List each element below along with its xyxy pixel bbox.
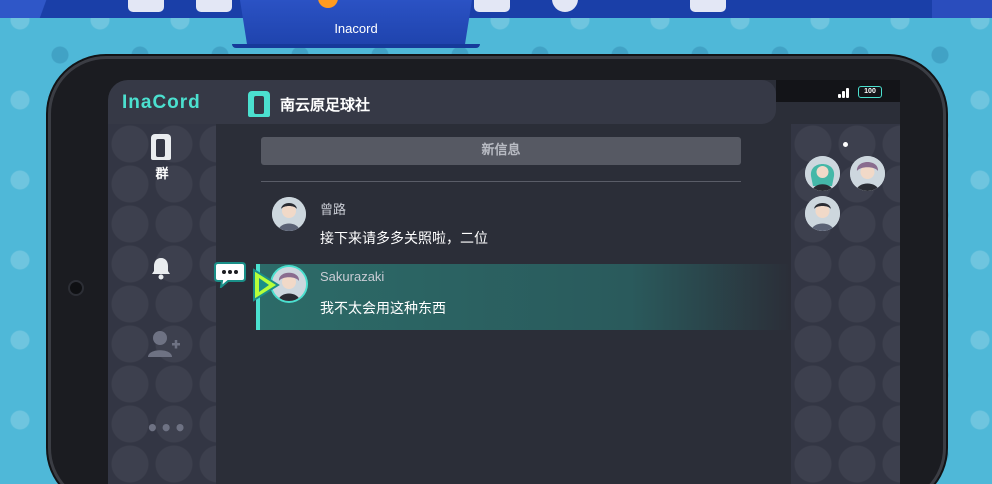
left-nav: 群 ••• (108, 124, 216, 484)
tab-label: Inacord (334, 21, 378, 36)
message-author: 曾路 (320, 202, 347, 217)
box-icon[interactable] (196, 0, 232, 12)
message-text: 接下来请多多关照啦，二位 (320, 231, 488, 247)
status-bar: 100 (776, 80, 900, 102)
member-panel (791, 124, 900, 484)
avatar (272, 197, 306, 231)
online-dot (843, 142, 848, 147)
card-icon[interactable] (690, 0, 726, 12)
member-avatar[interactable] (805, 156, 840, 191)
globe-icon[interactable] (552, 0, 578, 12)
chat-title: 南云原足球社 (280, 96, 371, 114)
signal-icon (838, 88, 850, 98)
tab-bar-edge-right (932, 0, 992, 18)
message-author: Sakurazaki (320, 269, 385, 284)
member-avatar[interactable] (850, 156, 885, 191)
top-tab-bar (0, 0, 992, 18)
battery-indicator: 100 (858, 86, 882, 98)
house-icon[interactable] (128, 0, 164, 12)
camera-icon (68, 280, 84, 296)
bell-icon[interactable] (149, 256, 173, 280)
more-icon[interactable]: ••• (146, 416, 187, 440)
add-friend-icon[interactable] (147, 330, 181, 358)
selection-cursor-icon (253, 268, 280, 302)
divider (261, 181, 741, 182)
chat-bubble-icon (214, 262, 246, 288)
inacord-icon (318, 0, 338, 8)
message-item-selected[interactable]: Sakurazaki 我不太会用这种东西 (256, 264, 791, 330)
message-text: 我不太会用这种东西 (320, 301, 446, 317)
tab-inacord[interactable]: Inacord (240, 0, 472, 44)
app-header: InaCord 南云原足球社 (108, 80, 776, 124)
active-tab-shadow (232, 44, 480, 48)
new-messages-bar[interactable]: 新信息 (261, 137, 741, 165)
member-avatar[interactable] (805, 196, 840, 231)
chat-door-icon (248, 91, 270, 117)
team-icon[interactable] (474, 0, 510, 12)
group-icon (151, 134, 171, 160)
app-logo: InaCord (122, 92, 201, 113)
message-area: 新信息 曾路 接下来请多多关照啦，二位 Sakurazaki 我不太会用这种东西 (216, 124, 791, 484)
nav-group-label: 群 (155, 167, 169, 182)
message-item[interactable]: 曾路 接下来请多多关照啦，二位 (256, 194, 791, 260)
nav-item-group[interactable]: 群 (108, 124, 216, 196)
tab-bar-edge-left (0, 0, 70, 18)
